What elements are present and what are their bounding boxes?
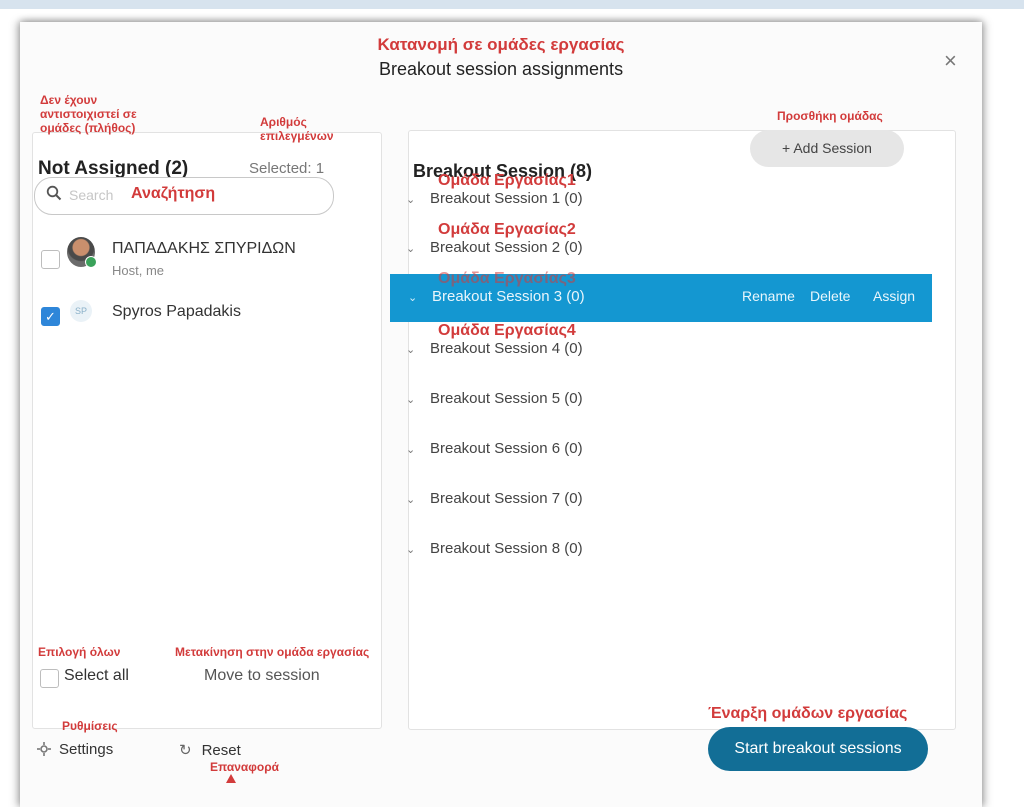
not-assigned-panel — [32, 132, 382, 729]
search-icon — [46, 185, 62, 206]
session-label: Breakout Session 5 (0) — [430, 390, 583, 407]
annotation-session-3: Ομάδα Εργασίας3 — [438, 270, 576, 287]
annotation-search: Αναζήτηση — [131, 185, 216, 202]
select-all-checkbox[interactable] — [40, 669, 59, 688]
chevron-down-icon: ⌄ — [406, 444, 416, 456]
participant-name-1: ΠΑΠΑΔΑΚΗΣ ΣΠΥΡΙΔΩΝ — [112, 240, 296, 257]
annotation-arrow-icon — [226, 774, 236, 783]
chevron-down-icon: ⌄ — [406, 344, 416, 356]
sessions-panel — [408, 130, 956, 730]
session-row-1[interactable]: ⌄ Breakout Session 1 (0) — [406, 190, 583, 207]
reset-icon: ↻ — [179, 742, 192, 759]
session-label: Breakout Session 4 (0) — [430, 340, 583, 357]
annotation-not-assigned: Δεν έχουν αντιστοιχιστεί σε ομάδες (πλήθ… — [40, 93, 137, 135]
annotation-add-session: Προσθήκη ομάδας — [777, 109, 883, 123]
reset-button[interactable]: ↻ Reset — [179, 741, 241, 759]
participant-role: Host, me — [112, 263, 165, 278]
participant-checkbox-2[interactable]: ✓ — [41, 307, 60, 326]
chevron-down-icon: ⌄ — [406, 243, 416, 255]
chevron-down-icon: ⌄ — [406, 194, 416, 206]
participant-name-2: Spyros Papadakis — [112, 303, 241, 320]
annotation-title: Κατανομή σε ομάδες εργασίας — [377, 35, 625, 54]
session-row-4[interactable]: ⌄ Breakout Session 4 (0) — [406, 340, 583, 357]
annotation-start: Έναρξη ομάδων εργασίας — [708, 705, 908, 722]
session-row-2[interactable]: ⌄ Breakout Session 2 (0) — [406, 239, 583, 256]
chevron-down-icon: ⌄ — [408, 292, 418, 304]
session-label: Breakout Session 1 (0) — [430, 190, 583, 207]
session-row-6[interactable]: ⌄ Breakout Session 6 (0) — [406, 440, 583, 457]
select-all-label[interactable]: Select all — [64, 667, 129, 685]
annotation-move: Μετακίνηση στην ομάδα εργασίας — [175, 645, 370, 659]
rename-button[interactable]: Rename — [742, 288, 795, 304]
session-label: Breakout Session 6 (0) — [430, 440, 583, 457]
session-label: Breakout Session 3 (0) — [432, 288, 585, 305]
session-row-8[interactable]: ⌄ Breakout Session 8 (0) — [406, 540, 583, 557]
annotation-session-2: Ομάδα Εργασίας2 — [438, 221, 576, 238]
chevron-down-icon: ⌄ — [406, 544, 416, 556]
delete-button[interactable]: Delete — [810, 288, 850, 304]
participant-checkbox-1[interactable] — [41, 250, 60, 269]
dialog-title: Breakout session assignments — [378, 59, 624, 79]
chevron-down-icon: ⌄ — [406, 394, 416, 406]
chevron-down-icon: ⌄ — [406, 494, 416, 506]
settings-button[interactable]: Settings — [37, 741, 113, 760]
selected-count: Selected: 1 — [249, 160, 325, 177]
start-breakout-sessions-button[interactable]: Start breakout sessions — [708, 727, 928, 771]
move-to-session-button[interactable]: Move to session — [204, 667, 320, 685]
gear-icon — [37, 742, 51, 760]
annotation-selected-count: Αριθμός επιλεγμένων — [260, 115, 334, 143]
avatar-initials: SP — [70, 300, 92, 322]
annotation-session-4: Ομάδα Εργασίας4 — [438, 322, 576, 339]
avatar — [67, 237, 97, 268]
search-input[interactable] — [67, 186, 131, 204]
add-session-button[interactable]: + Add Session — [750, 130, 904, 167]
annotation-select-all: Επιλογή όλων — [38, 645, 121, 659]
close-icon[interactable]: × — [944, 48, 957, 74]
annotation-session-1: Ομάδα Εργασίας1 — [438, 172, 576, 189]
host-status-icon — [85, 256, 97, 268]
session-label: Breakout Session 7 (0) — [430, 490, 583, 507]
session-label: Breakout Session 2 (0) — [430, 239, 583, 256]
session-row-5[interactable]: ⌄ Breakout Session 5 (0) — [406, 390, 583, 407]
session-label: Breakout Session 8 (0) — [430, 540, 583, 557]
session-row-7[interactable]: ⌄ Breakout Session 7 (0) — [406, 490, 583, 507]
search-field[interactable]: Αναζήτηση — [34, 177, 334, 215]
settings-label: Settings — [59, 741, 114, 758]
assign-button[interactable]: Assign — [873, 288, 915, 304]
annotation-reset: Επαναφορά — [210, 760, 279, 774]
reset-label: Reset — [201, 742, 241, 759]
top-band — [0, 0, 1024, 9]
annotation-settings: Ρυθμίσεις — [62, 719, 118, 733]
